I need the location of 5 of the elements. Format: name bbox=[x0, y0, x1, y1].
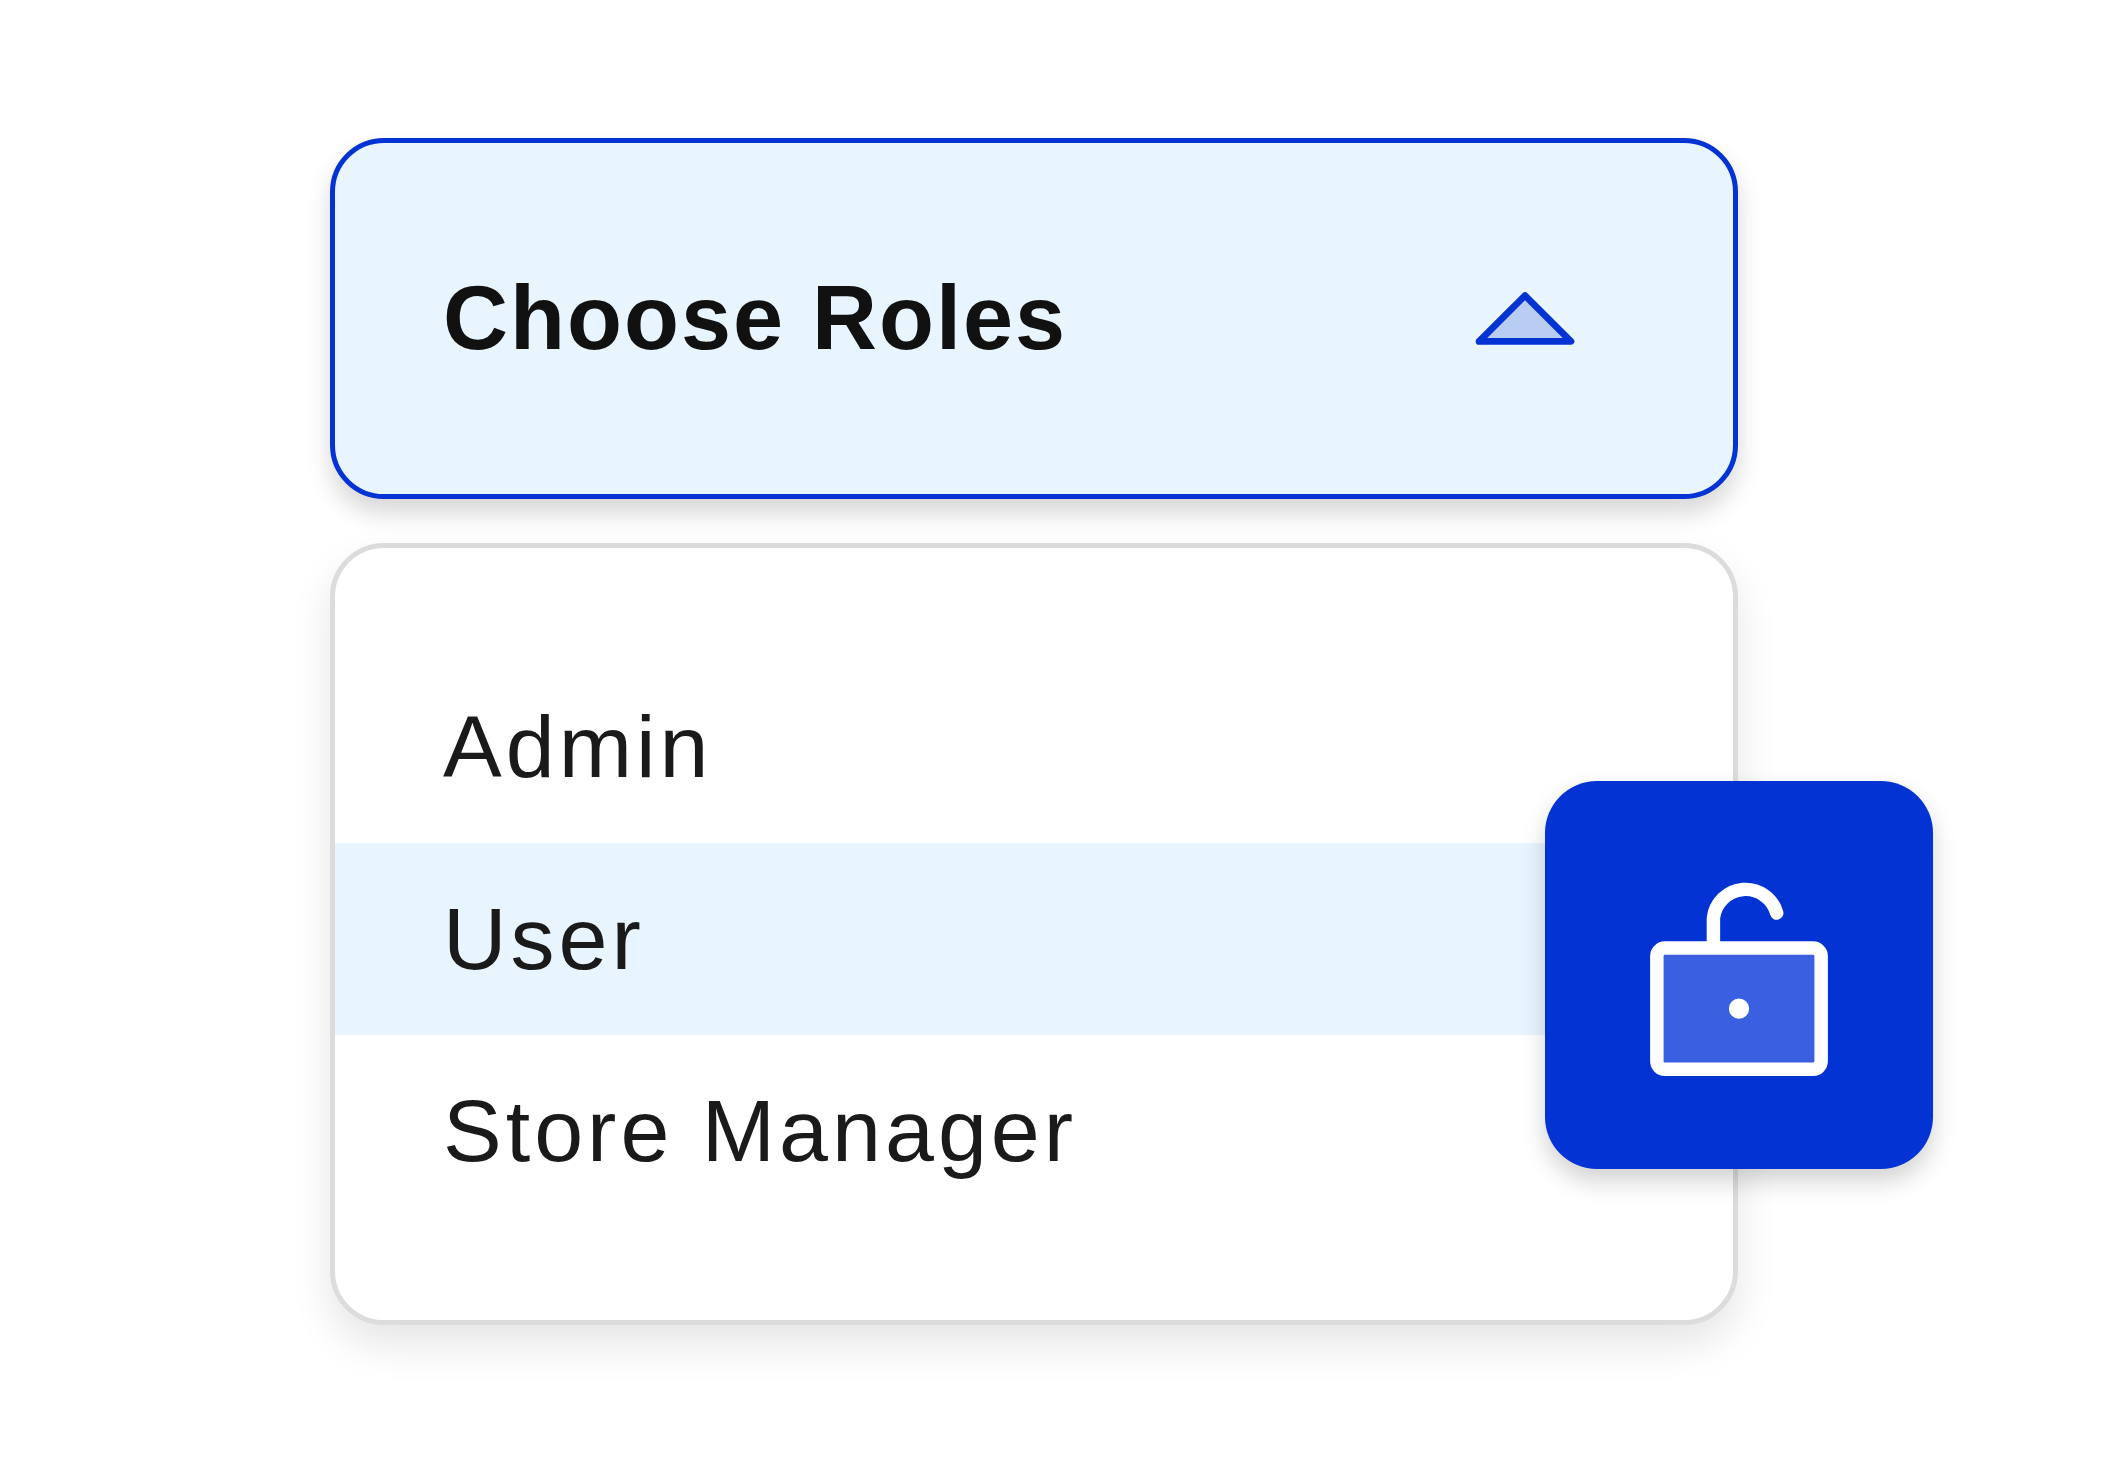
caret-icon bbox=[1475, 290, 1575, 347]
role-option[interactable]: Admin bbox=[335, 651, 1545, 843]
role-option[interactable]: Store Manager bbox=[335, 1035, 1545, 1227]
role-dropdown[interactable]: Choose Roles bbox=[330, 138, 1738, 499]
role-option[interactable]: User bbox=[335, 843, 1545, 1035]
